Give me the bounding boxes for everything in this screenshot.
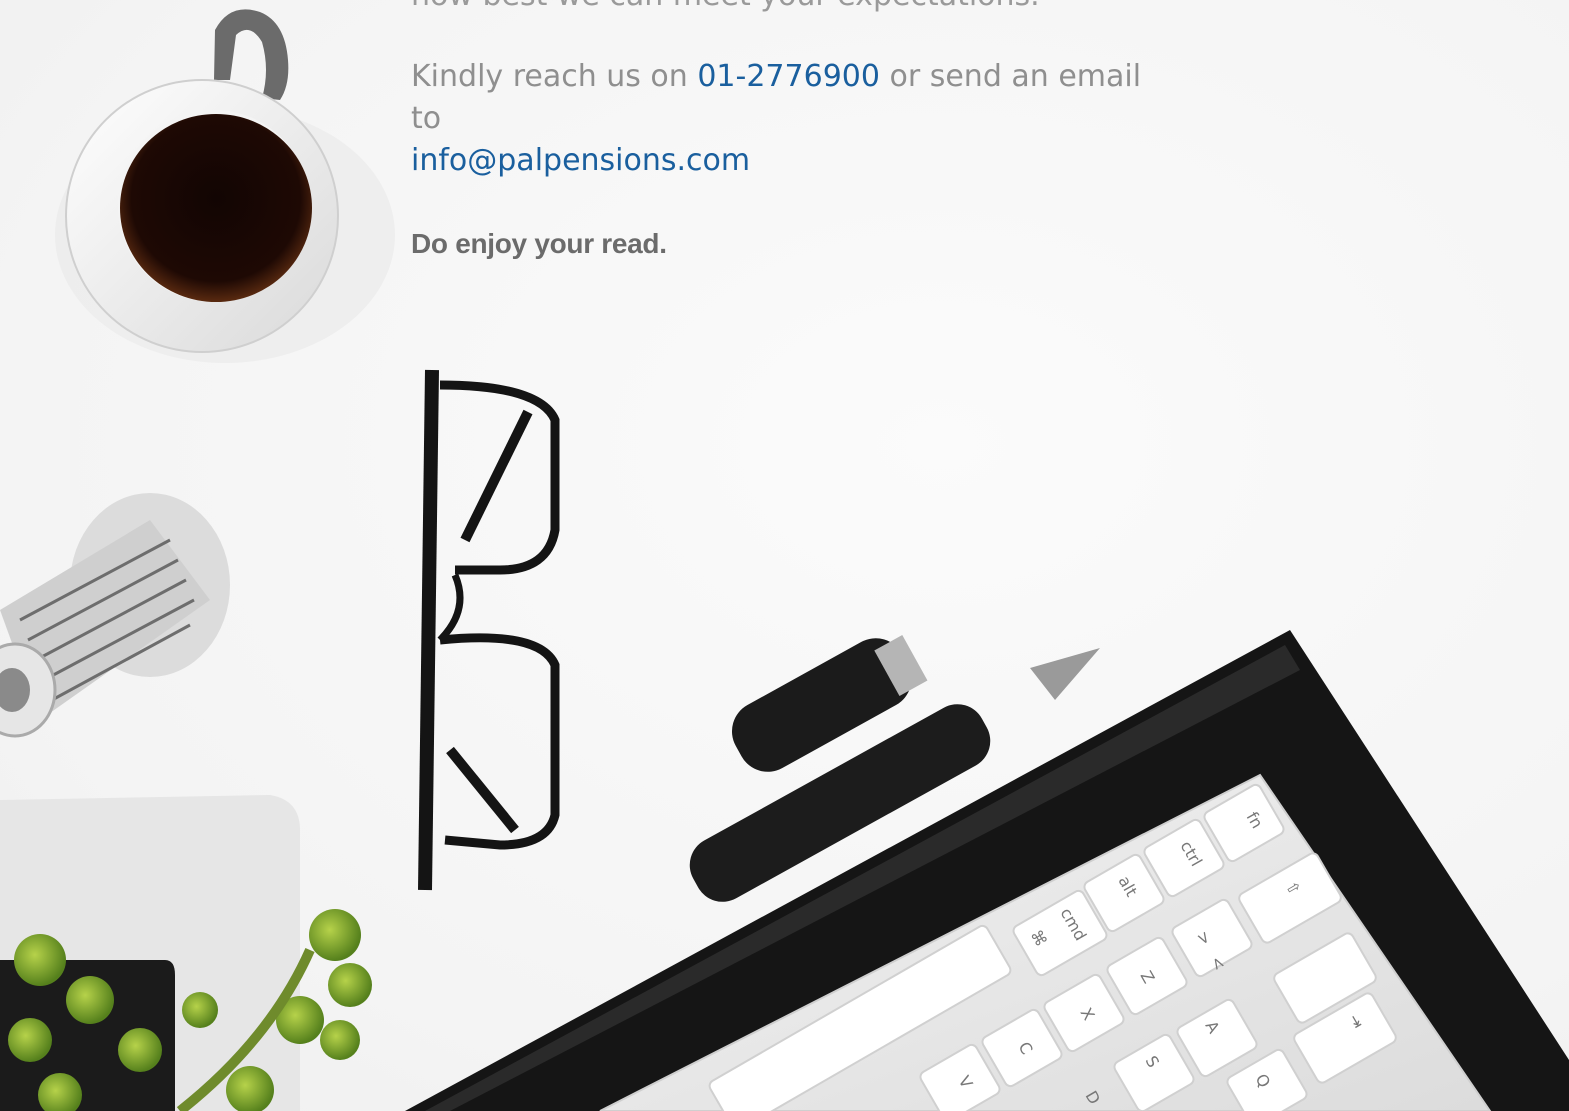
coffee-cup (55, 9, 395, 363)
page: fn ctrl alt cmd ⌘ ⇧ Z X C V A S D Q < > … (0, 0, 1569, 1111)
phone-link[interactable]: 01-2776900 (697, 59, 880, 94)
previous-paragraph-tail: how best we can meet your expectations. (411, 0, 1040, 13)
leaning-tower-figurine (0, 493, 230, 738)
contact-prefix: Kindly reach us on (411, 59, 688, 94)
eyeglasses (418, 369, 560, 891)
succulent-plant-pot (0, 795, 372, 1111)
contact-paragraph: Kindly reach us on 01-2776900 or send an… (411, 56, 1171, 182)
email-link[interactable]: info@palpensions.com (411, 143, 750, 178)
closing-line: Do enjoy your read. (411, 228, 667, 259)
